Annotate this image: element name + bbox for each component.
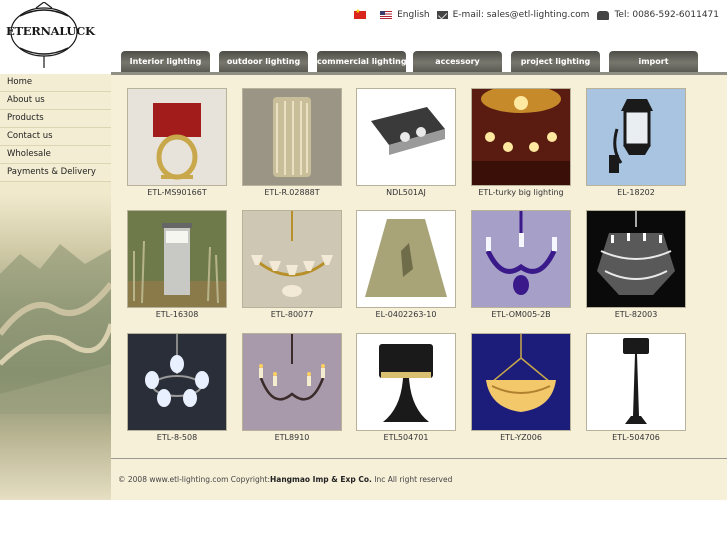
product-name[interactable]: ETL8910: [242, 433, 342, 442]
logo-text: ETERNALUCK: [6, 24, 95, 38]
sidebar-item-about-us[interactable]: About us: [0, 92, 111, 110]
product-card[interactable]: ETL-YZ006: [471, 333, 571, 442]
footer: © 2008 www.etl-lighting.com Copyright:Ha…: [118, 475, 452, 484]
product-name[interactable]: ETL-8-508: [127, 433, 227, 442]
pendant-chandelier-icon: [128, 334, 226, 430]
product-card[interactable]: ETL-82003: [586, 210, 686, 319]
sidebar-item-contact-us[interactable]: Contact us: [0, 128, 111, 146]
phone-icon: [597, 10, 610, 20]
nav-outdoor-lighting[interactable]: outdoor lighting: [219, 51, 308, 72]
crystal-wall-lamp-icon: [243, 89, 341, 185]
mail-icon: [436, 11, 448, 19]
floor-lamp-icon: [587, 334, 685, 430]
nav-import[interactable]: import: [609, 51, 698, 72]
topbar: English E-mail: sales@etl-lighting.com T…: [354, 8, 719, 22]
table-lamp-icon: [128, 89, 226, 185]
product-card[interactable]: NDL501AJ: [356, 88, 456, 197]
sidebar-item-wholesale[interactable]: Wholesale: [0, 146, 111, 164]
product-card[interactable]: EL-18202: [586, 88, 686, 197]
candle-chandelier-icon: [243, 334, 341, 430]
header: ETERNALUCK English E-mail: sales@etl-lig…: [0, 0, 727, 74]
product-name[interactable]: ETL-504706: [586, 433, 686, 442]
glass-chandelier-icon: [472, 211, 570, 307]
product-card[interactable]: ETL504701: [356, 333, 456, 442]
product-name[interactable]: ETL504701: [356, 433, 456, 442]
product-name[interactable]: ETL-80077: [242, 310, 342, 319]
great-wall-image: [0, 244, 111, 414]
sidebar-item-products[interactable]: Products: [0, 110, 111, 128]
footer-company: Hangmao Imp & Exp Co.: [269, 475, 372, 484]
product-name[interactable]: ETL-YZ006: [471, 433, 571, 442]
product-card[interactable]: EL-0402263-10: [356, 210, 456, 319]
footer-copyright: © 2008 www.etl-lighting.com Copyright:: [118, 475, 270, 484]
lamp-shade-icon: [357, 211, 455, 307]
product-name[interactable]: EL-18202: [586, 188, 686, 197]
product-card[interactable]: ETL-80077: [242, 210, 342, 319]
nav-commercial-lighting[interactable]: commercial lighting: [317, 51, 406, 72]
product-name[interactable]: ETL-R.02888T: [242, 188, 342, 197]
wall-lantern-icon: [587, 89, 685, 185]
language-link[interactable]: English: [397, 10, 430, 20]
product-name[interactable]: ETL-82003: [586, 310, 686, 319]
product-name[interactable]: ETL-16308: [127, 310, 227, 319]
garden-bollard-icon: [128, 211, 226, 307]
product-card[interactable]: ETL-16308: [127, 210, 227, 319]
product-name[interactable]: ETL-turky big lighting: [471, 188, 571, 197]
crystal-chandelier-icon: [587, 211, 685, 307]
nav-interior-lighting[interactable]: Interior lighting: [121, 51, 210, 72]
nav-accessory[interactable]: accessory: [413, 51, 502, 72]
product-card[interactable]: ETL-turky big lighting: [471, 88, 571, 197]
product-card[interactable]: ETL-MS90166T: [127, 88, 227, 197]
product-card[interactable]: ETL-R.02888T: [242, 88, 342, 197]
us-flag-icon[interactable]: [380, 11, 393, 19]
product-name[interactable]: ETL-OM005-2B: [471, 310, 571, 319]
nav-project-lighting[interactable]: project lighting: [511, 51, 600, 72]
product-name[interactable]: ETL-MS90166T: [127, 188, 227, 197]
sidebar-item-home[interactable]: Home: [0, 74, 111, 92]
sidebar-item-payments-delivery[interactable]: Payments & Delivery: [0, 164, 111, 182]
footer-rights: Inc All right reserved: [371, 475, 453, 484]
product-card[interactable]: ETL8910: [242, 333, 342, 442]
sidebar: Home About us Products Contact us Wholes…: [0, 74, 111, 500]
theater-lighting-icon: [472, 89, 570, 185]
bowl-pendant-icon: [472, 334, 570, 430]
phone-number: Tel: 0086-592-6011471: [614, 10, 719, 20]
product-card[interactable]: ETL-8-508: [127, 333, 227, 442]
china-flag-icon[interactable]: [354, 8, 367, 19]
product-card[interactable]: ETL-504706: [586, 333, 686, 442]
email-link[interactable]: E-mail: sales@etl-lighting.com: [453, 10, 590, 20]
product-card[interactable]: ETL-OM005-2B: [471, 210, 571, 319]
product-name[interactable]: EL-0402263-10: [356, 310, 456, 319]
ceiling-spotlight-icon: [357, 89, 455, 185]
logo[interactable]: ETERNALUCK: [6, 2, 95, 70]
chandelier-icon: [243, 211, 341, 307]
product-name[interactable]: NDL501AJ: [356, 188, 456, 197]
footer-divider: [111, 458, 727, 459]
black-table-lamp-icon: [357, 334, 455, 430]
